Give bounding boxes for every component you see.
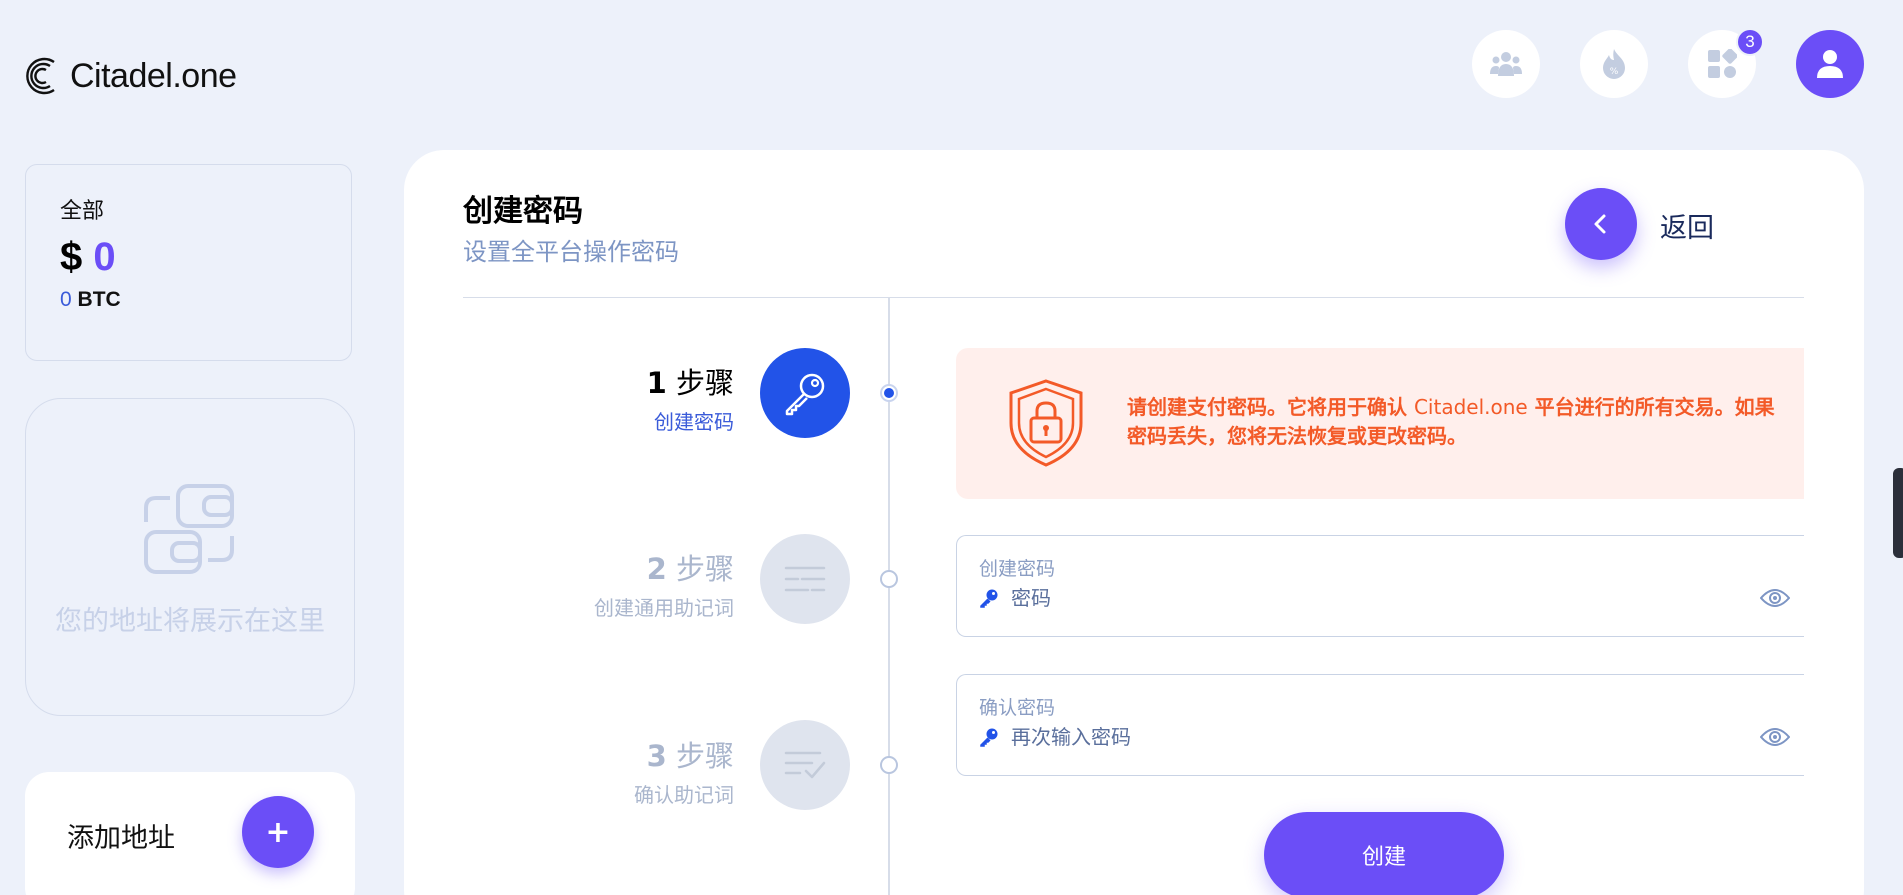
- step-1-word: 步骤: [675, 366, 734, 400]
- key-icon: [785, 373, 825, 416]
- checklist-icon: [784, 751, 826, 779]
- side-extension-tab[interactable]: [1893, 468, 1903, 558]
- show-password-eye-icon[interactable]: [1760, 588, 1790, 608]
- alert-message: 请创建支付密码。它将用于确认 Citadel.one 平台进行的所有交易。如果密…: [1127, 393, 1777, 451]
- step-3: 3 步骤 确认助记词: [404, 733, 734, 808]
- step-3-word: 步骤: [675, 739, 734, 773]
- show-confirm-password-eye-icon[interactable]: [1760, 727, 1790, 747]
- password-input[interactable]: [1011, 586, 1711, 610]
- apps-button[interactable]: 3: [1688, 28, 1764, 98]
- rewards-button[interactable]: %: [1580, 30, 1648, 98]
- step-2-word: 步骤: [675, 552, 734, 586]
- community-button[interactable]: [1472, 30, 1540, 98]
- seed-phrase-icon: [784, 566, 826, 592]
- header-divider: [463, 297, 1804, 298]
- step-2-dot: [880, 570, 898, 588]
- back-label[interactable]: 返回: [1660, 206, 1714, 245]
- address-list-empty: 您的地址将展示在这里: [25, 398, 355, 716]
- step-3-label: 确认助记词: [634, 783, 734, 807]
- create-password-field[interactable]: 创建密码: [956, 535, 1804, 637]
- create-password-row: [979, 586, 1711, 610]
- step-2-circle: [760, 534, 850, 624]
- key-small-icon: [980, 728, 998, 747]
- step-2-label: 创建通用助记词: [594, 596, 734, 620]
- step-1-label: 创建密码: [654, 410, 734, 434]
- total-amount: $ 0: [60, 235, 317, 280]
- shield-lock-icon: [1009, 379, 1083, 467]
- page-title: 创建密码: [463, 194, 583, 229]
- total-value: 0: [93, 235, 116, 279]
- add-address-card[interactable]: 添加地址 +: [25, 772, 355, 895]
- step-3-number: 3: [646, 739, 667, 773]
- password-warning-alert: 请创建支付密码。它将用于确认 Citadel.one 平台进行的所有交易。如果密…: [956, 348, 1804, 499]
- key-small-icon: [980, 589, 998, 608]
- confirm-password-field[interactable]: 确认密码: [956, 674, 1804, 776]
- step-1-circle: [760, 348, 850, 438]
- user-icon: [1817, 50, 1843, 78]
- page-subtitle: 设置全平台操作密码: [463, 238, 679, 266]
- step-3-dot: [880, 756, 898, 774]
- step-1-dot: [880, 384, 898, 402]
- create-button[interactable]: 创建: [1264, 812, 1504, 895]
- citadel-logo-icon: [26, 57, 55, 95]
- profile-button[interactable]: [1796, 30, 1864, 98]
- create-password-label: 创建密码: [979, 558, 1056, 580]
- step-2: 2 步骤 创建通用助记词: [404, 546, 734, 621]
- create-password-panel: 创建密码 设置全平台操作密码 返回 1 步骤 创建密码 2 步骤 创建通用助记词…: [404, 150, 1864, 895]
- currency-symbol: $: [60, 235, 83, 279]
- step-1-number: 1: [646, 366, 667, 400]
- alert-text-1: 请创建支付密码。它将用于确认: [1127, 395, 1414, 419]
- step-3-title: 3 步骤: [404, 733, 734, 775]
- add-address-label: 添加地址: [67, 823, 175, 854]
- address-placeholder: 您的地址将展示在这里: [55, 606, 325, 637]
- logo-text: Citadel.one: [70, 56, 237, 95]
- btc-balance: 0 BTC: [60, 288, 317, 312]
- apps-grid-icon: [1708, 49, 1737, 78]
- wallets-icon: [144, 484, 234, 574]
- btc-unit: BTC: [77, 288, 121, 311]
- step-1-title: 1 步骤: [404, 360, 734, 402]
- users-icon: [1490, 52, 1522, 76]
- confirm-password-label: 确认密码: [979, 697, 1056, 719]
- total-balance-card: 全部 $ 0 0 BTC: [25, 164, 352, 361]
- step-1: 1 步骤 创建密码: [404, 360, 734, 435]
- step-2-number: 2: [646, 552, 667, 586]
- confirm-password-row: [979, 725, 1711, 749]
- svg-text:%: %: [1610, 67, 1619, 77]
- confirm-password-input[interactable]: [1011, 725, 1711, 749]
- chevron-left-icon: [1594, 214, 1606, 234]
- step-2-title: 2 步骤: [404, 546, 734, 588]
- total-label: 全部: [60, 199, 105, 224]
- btc-value: 0: [60, 288, 72, 311]
- alert-brand: Citadel.one: [1413, 395, 1528, 419]
- app-logo[interactable]: Citadel.one: [24, 54, 237, 98]
- fire-percent-icon: %: [1603, 49, 1625, 79]
- add-address-button[interactable]: +: [242, 796, 314, 868]
- back-button[interactable]: [1565, 188, 1637, 260]
- apps-badge: 3: [1736, 28, 1764, 56]
- step-3-circle: [760, 720, 850, 810]
